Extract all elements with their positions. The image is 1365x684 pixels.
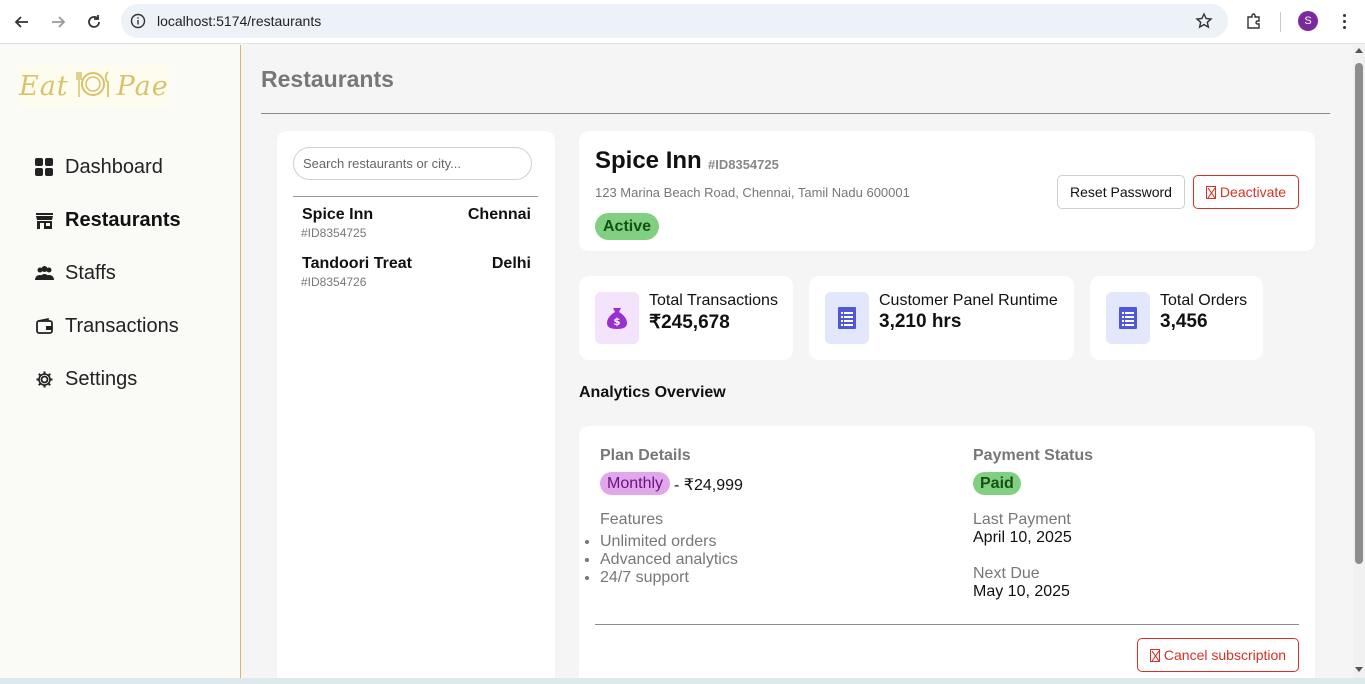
page-scrollbar[interactable] <box>1353 45 1365 678</box>
sidebar-item-staffs[interactable]: Staffs <box>35 258 116 288</box>
next-due-label: Next Due <box>973 565 1040 582</box>
sidebar-item-label: Dashboard <box>65 155 163 178</box>
list-item[interactable]: Spice Inn Chennai #ID8354725 <box>301 206 531 246</box>
address-bar[interactable]: localhost:5174/restaurants <box>121 4 1228 38</box>
cancel-subscription-button[interactable]: Cancel subscription <box>1137 638 1299 672</box>
stat-label: Total Transactions <box>649 292 778 309</box>
stat-card-runtime: Customer Panel Runtime 3,210 hrs <box>809 276 1074 360</box>
restaurant-city: Chennai <box>467 206 531 223</box>
close-box-icon <box>1205 185 1216 199</box>
browser-toolbar: localhost:5174/restaurants S <box>0 0 1365 44</box>
sidebar-item-settings[interactable]: Settings <box>35 364 137 394</box>
extensions-icon[interactable] <box>1243 10 1265 32</box>
back-icon[interactable] <box>10 10 34 34</box>
plan-details-card: Plan Details Monthly - ₹24,999 Features … <box>579 426 1315 684</box>
url-text: localhost:5174/restaurants <box>157 13 322 29</box>
deactivate-button[interactable]: Deactivate <box>1193 175 1299 209</box>
sidebar-item-label: Restaurants <box>65 208 181 231</box>
restaurant-address: 123 Marina Beach Road, Chennai, Tamil Na… <box>595 185 910 200</box>
restaurant-id: #ID8354725 <box>301 226 367 240</box>
dashboard-icon <box>35 157 54 177</box>
document-icon <box>825 292 869 344</box>
store-icon <box>35 211 54 230</box>
features-list: Unlimited orders Advanced analytics 24/7… <box>600 533 738 587</box>
cancel-label: Cancel subscription <box>1163 647 1287 663</box>
list-divider <box>293 196 538 197</box>
stat-label: Customer Panel Runtime <box>879 292 1058 309</box>
plan-divider <box>595 624 1299 625</box>
plan-badge: Monthly <box>600 472 671 495</box>
money-bag-icon: $ <box>595 292 639 344</box>
sidebar-item-label: Staffs <box>65 261 116 284</box>
stat-label: Total Orders <box>1160 292 1248 309</box>
restaurant-name: Spice Inn <box>302 206 374 223</box>
next-due-value: May 10, 2025 <box>973 583 1070 600</box>
toolbar-divider <box>1280 12 1281 32</box>
forward-icon[interactable] <box>46 10 70 34</box>
search-input[interactable] <box>293 147 532 180</box>
restaurant-id: #ID8354726 <box>301 275 367 289</box>
restaurant-city: Delhi <box>491 255 531 272</box>
title-divider <box>261 113 1330 114</box>
stat-value: ₹245,678 <box>649 312 730 333</box>
features-heading: Features <box>600 511 664 528</box>
sidebar-item-dashboard[interactable]: Dashboard <box>35 152 163 182</box>
sidebar-item-transactions[interactable]: Transactions <box>35 311 179 341</box>
restaurant-list-panel: Spice Inn Chennai #ID8354725 Tandoori Tr… <box>277 131 555 684</box>
payment-heading: Payment Status <box>973 447 1094 464</box>
reload-icon[interactable] <box>82 10 106 34</box>
stat-card-transactions: $ Total Transactions ₹245,678 <box>579 276 793 360</box>
sidebar: Eat Pae Dashboard Restaurants Staffs Tra… <box>0 45 241 678</box>
analytics-title: Analytics Overview <box>579 384 726 401</box>
list-item: 24/7 support <box>600 569 738 587</box>
sidebar-item-label: Settings <box>65 367 138 390</box>
page-title: Restaurants <box>261 66 394 92</box>
window-bottom-edge <box>0 678 1365 684</box>
status-badge: Active <box>595 213 660 240</box>
plate-cutlery-icon <box>73 68 113 105</box>
stat-value: 3,210 hrs <box>879 311 962 332</box>
sidebar-item-label: Transactions <box>65 314 179 337</box>
reset-password-button[interactable]: Reset Password <box>1057 175 1185 209</box>
logo-text-left: Eat <box>19 70 69 102</box>
people-icon <box>35 264 54 283</box>
bookmark-star-icon[interactable] <box>1193 10 1215 32</box>
restaurant-title: Spice Inn <box>595 147 702 174</box>
site-info-icon[interactable] <box>129 12 147 30</box>
sidebar-item-restaurants[interactable]: Restaurants <box>35 205 181 235</box>
scroll-thumb[interactable] <box>1355 63 1363 564</box>
main-content: Restaurants Spice Inn Chennai #ID8354725… <box>241 45 1353 684</box>
last-payment-value: April 10, 2025 <box>973 529 1072 546</box>
plan-heading: Plan Details <box>600 447 691 464</box>
stat-card-orders: Total Orders 3,456 <box>1090 276 1263 360</box>
list-item: Advanced analytics <box>600 551 738 569</box>
document-icon <box>1106 292 1150 344</box>
browser-menu-icon[interactable] <box>1334 10 1354 32</box>
scroll-down-arrow-icon[interactable] <box>1355 667 1363 672</box>
plan-price: - ₹24,999 <box>674 477 743 494</box>
restaurant-id: #ID8354725 <box>708 157 779 172</box>
last-payment-label: Last Payment <box>973 511 1071 528</box>
restaurant-name: Tandoori Treat <box>302 255 412 272</box>
list-item: Unlimited orders <box>600 533 738 551</box>
logo-text-right: Pae <box>116 70 169 102</box>
stat-value: 3,456 <box>1160 311 1208 332</box>
profile-avatar[interactable]: S <box>1298 11 1318 31</box>
close-box-icon <box>1149 648 1160 662</box>
wallet-icon <box>35 317 54 336</box>
scroll-up-arrow-icon[interactable] <box>1355 48 1363 53</box>
svg-text:$: $ <box>614 317 621 328</box>
restaurant-header-card: Spice Inn #ID8354725 123 Marina Beach Ro… <box>579 131 1315 251</box>
list-item[interactable]: Tandoori Treat Delhi #ID8354726 <box>301 255 531 295</box>
gear-icon <box>35 370 54 389</box>
app-logo[interactable]: Eat Pae <box>19 65 170 107</box>
payment-status-badge: Paid <box>973 472 1021 495</box>
deactivate-label: Deactivate <box>1219 184 1287 200</box>
